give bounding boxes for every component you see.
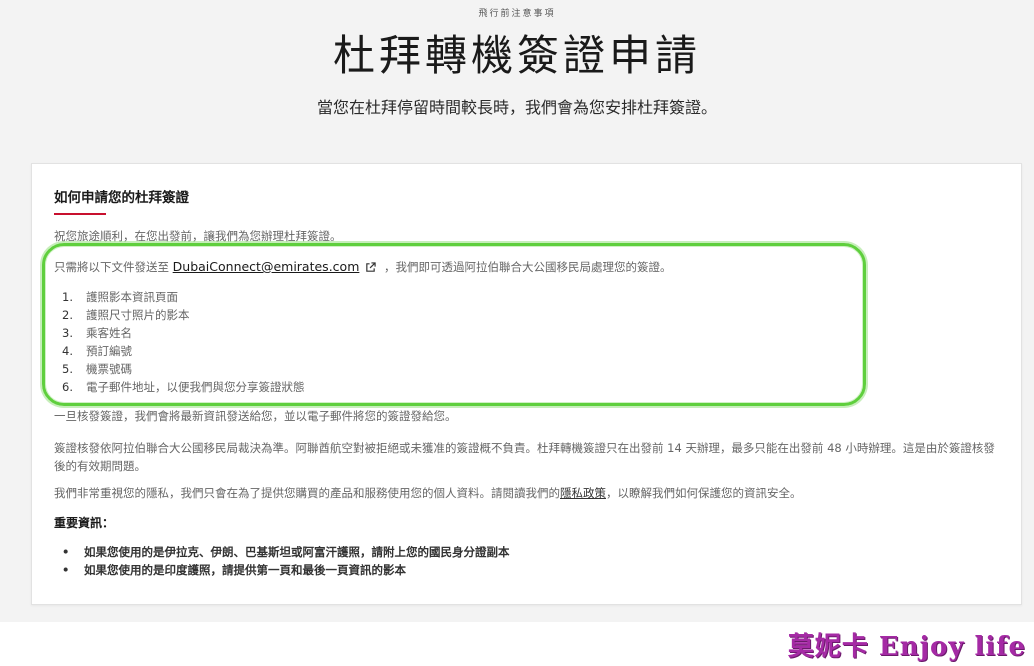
important-info-list: • 如果您使用的是伊拉克、伊朗、巴基斯坦或阿富汗護照，請附上您的國民身分證副本 •… — [62, 543, 510, 579]
title-underline — [54, 213, 106, 215]
watermark: 莫妮卡 Enjoy life — [787, 632, 1026, 662]
privacy-policy-link[interactable]: 隱私政策 — [560, 486, 606, 500]
send-suffix: ，我們即可透過阿拉伯聯合大公國移民局處理您的簽證。 — [384, 260, 672, 274]
list-item: 2. 護照尺寸照片的影本 — [62, 308, 190, 322]
intro-text: 祝您旅途順利，在您出發前，讓我們為您辦理杜拜簽證。 — [54, 229, 342, 243]
eyebrow-label: 飛行前注意事項 — [478, 9, 556, 19]
page-title: 杜拜轉機簽證申請 — [332, 31, 701, 80]
approval-notice: 一旦核發簽證，我們會將最新資訊發送給您，並以電子郵件將您的簽證發給您。 — [54, 409, 457, 423]
list-item: 4. 預訂編號 — [62, 344, 132, 358]
required-documents-list: 1. 護照影本資訊頁面 2. 護照尺寸照片的影本 3. 乘客姓名 4. 預訂編號 5. 機… — [62, 288, 305, 396]
card-title: 如何申請您的杜拜簽證 — [54, 190, 189, 206]
send-instructions: 只需將以下文件發送至 DubaiConnect@emirates.com ，我們… — [54, 258, 672, 278]
external-link-icon[interactable] — [365, 260, 377, 278]
visa-info-card: 如何申請您的杜拜簽證 祝您旅途順利，在您出發前，讓我們為您辦理杜拜簽證。 只需將… — [31, 163, 1022, 605]
page-subtitle: 當您在杜拜停留時間較長時，我們會為您安排杜拜簽證。 — [316, 98, 717, 117]
decision-notice: 簽證核發依阿拉伯聯合大公國移民局裁決為準。阿聯酋航空對被拒絕或未獲准的簽證概不負… — [54, 441, 995, 473]
privacy-notice: 我們非常重視您的隱私，我們只會在為了提供您購買的產品和服務使用您的個人資料。請閱… — [54, 486, 802, 500]
list-item: 6. 電子郵件地址，以便我們與您分享簽證狀態 — [62, 380, 305, 394]
list-item: 5. 機票號碼 — [62, 362, 132, 376]
list-item: • 如果您使用的是印度護照，請提供第一頁和最後一頁資訊的影本 — [62, 563, 406, 577]
list-item: 3. 乘客姓名 — [62, 326, 132, 340]
list-item: 1. 護照影本資訊頁面 — [62, 290, 178, 304]
list-item: • 如果您使用的是伊拉克、伊朗、巴基斯坦或阿富汗護照，請附上您的國民身分證副本 — [62, 545, 510, 559]
send-prefix: 只需將以下文件發送至 — [54, 260, 169, 274]
email-link[interactable]: DubaiConnect@emirates.com — [173, 259, 360, 274]
important-info-title: 重要資訊： — [54, 516, 115, 530]
